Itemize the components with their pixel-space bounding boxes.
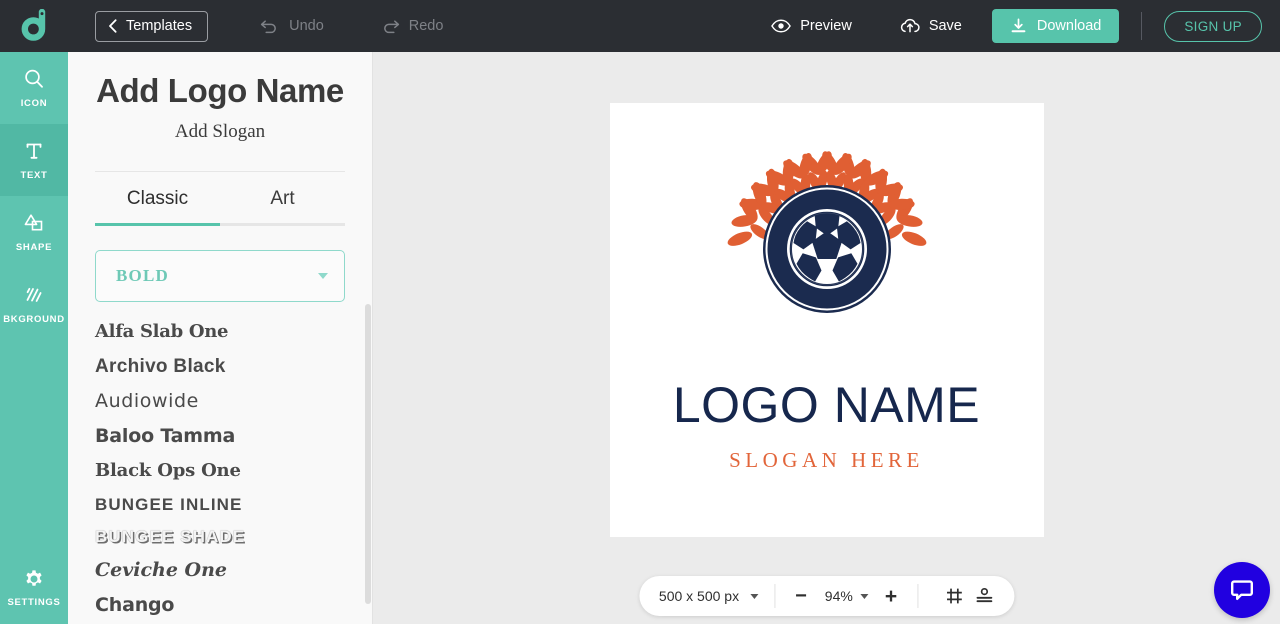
save-label: Save [928,18,962,34]
redo-button[interactable]: Redo [372,9,452,43]
sidebar-item-icon-label: ICON [20,98,48,109]
logo-canvas-card[interactable]: LOGO NAME SLOGAN HERE [609,103,1044,537]
canvas-size-select[interactable]: 500 x 500 px [658,588,759,604]
logo-subtitle-text[interactable]: SLOGAN HERE [729,448,924,473]
text-T-icon [26,143,42,159]
font-list-item[interactable]: Black Ops One [95,455,345,489]
brand-logo[interactable] [0,0,68,52]
tab-active-underline [95,223,220,226]
grid-icon[interactable] [944,586,964,606]
sidebar-item-icon[interactable]: ICON [0,52,68,124]
logo-title-text[interactable]: LOGO NAME [673,376,980,434]
logo-maker-app: Templates Undo Redo Preview Save Downloa… [0,0,1280,624]
header-actions-right: Preview Save Download SIGN UP [763,9,1280,43]
text-options-panel: Add Logo Name Add Slogan Classic Art BOL… [68,52,373,624]
left-tool-sidebar: ICON TEXT SHAPE BKGROUND SETTINGS [0,52,68,624]
toolbar-divider [774,584,776,608]
templates-button[interactable]: Templates [95,10,209,42]
sidebar-item-text-label: TEXT [20,170,48,181]
font-style-select[interactable]: BOLD [95,250,345,302]
soccer-ball-laurel-emblem-icon [727,151,926,313]
tab-classic[interactable]: Classic [95,188,220,223]
font-list: Alfa Slab One Archivo Black Audiowide Ba… [95,316,345,624]
font-list-item[interactable]: Alfa Slab One [95,316,345,350]
save-button[interactable]: Save [892,9,970,43]
undo-label: Undo [289,18,324,34]
cloud-upload-icon [900,18,920,33]
panel-divider [95,171,345,172]
chevron-down-icon [318,273,328,279]
sidebar-item-settings-label: SETTINGS [7,597,61,608]
sidebar-item-bkground[interactable]: BKGROUND [0,268,68,340]
tab-art[interactable]: Art [220,188,345,223]
logo-slogan-input[interactable]: Add Slogan [95,121,345,143]
undo-button[interactable]: Undo [252,9,332,43]
font-list-item[interactable]: Ceviche One [95,554,345,589]
font-list-item[interactable]: Chango [95,589,345,624]
panel-scrollbar[interactable] [365,304,371,604]
zoom-chevron-down-icon[interactable] [860,593,869,599]
download-icon [1011,18,1026,32]
logo-name-input[interactable]: Add Logo Name [95,72,345,110]
zoom-level-value: 94% [824,588,853,604]
font-list-item[interactable]: Baloo Tamma [95,420,345,455]
canvas-size-value: 500 x 500 px [658,588,740,604]
zoom-in-button[interactable]: + [881,586,901,607]
sidebar-item-bkground-label: BKGROUND [3,314,65,325]
chevron-left-icon [109,19,117,33]
hatched-square-icon [26,287,42,302]
sidebar-item-text[interactable]: TEXT [0,124,68,196]
font-style-select-value: BOLD [116,266,169,285]
redo-arrow-icon [383,20,399,34]
zoom-out-button[interactable]: − [791,586,811,606]
eye-icon [771,19,792,33]
sidebar-item-shape-label: SHAPE [15,242,53,253]
download-label: Download [1036,18,1102,34]
canvas-bottom-toolbar: 500 x 500 px − 94% + [638,576,1015,616]
download-button[interactable]: Download [991,9,1120,43]
font-list-item[interactable]: BUNGEE INLINE [95,489,345,522]
preview-button[interactable]: Preview [763,9,860,43]
font-list-item[interactable]: BUNGEE SHADE [95,521,345,554]
header-divider [1141,12,1143,40]
chevron-down-icon [750,593,759,599]
shapes-icon [24,214,43,231]
redo-label: Redo [408,18,444,34]
font-list-item[interactable]: Archivo Black [95,350,345,385]
canvas-area: LOGO NAME SLOGAN HERE 500 x 500 px − 94%… [373,52,1280,624]
top-header-bar: Templates Undo Redo Preview Save Downloa… [0,0,1280,52]
brand-ring-logo-icon [21,9,46,41]
chat-bubble-icon [1231,580,1253,600]
align-guides-icon[interactable] [974,586,994,606]
templates-button-label: Templates [126,18,193,34]
app-body: ICON TEXT SHAPE BKGROUND SETTINGS Add Lo… [0,52,1280,624]
panel-content: Add Logo Name Add Slogan Classic Art BOL… [68,52,372,624]
preview-label: Preview [800,18,852,34]
font-list-item[interactable]: Audiowide [95,385,345,420]
sidebar-item-settings[interactable]: SETTINGS [0,552,68,624]
sidebar-item-shape[interactable]: SHAPE [0,196,68,268]
tab-underline-rail [95,223,345,226]
gear-icon [26,570,42,586]
search-icon [25,69,43,88]
panel-tabs: Classic Art [95,188,345,223]
chat-widget-button[interactable] [1214,562,1270,618]
undo-arrow-icon [260,20,277,34]
toolbar-divider-2 [917,584,919,608]
sign-up-button[interactable]: SIGN UP [1164,10,1262,42]
